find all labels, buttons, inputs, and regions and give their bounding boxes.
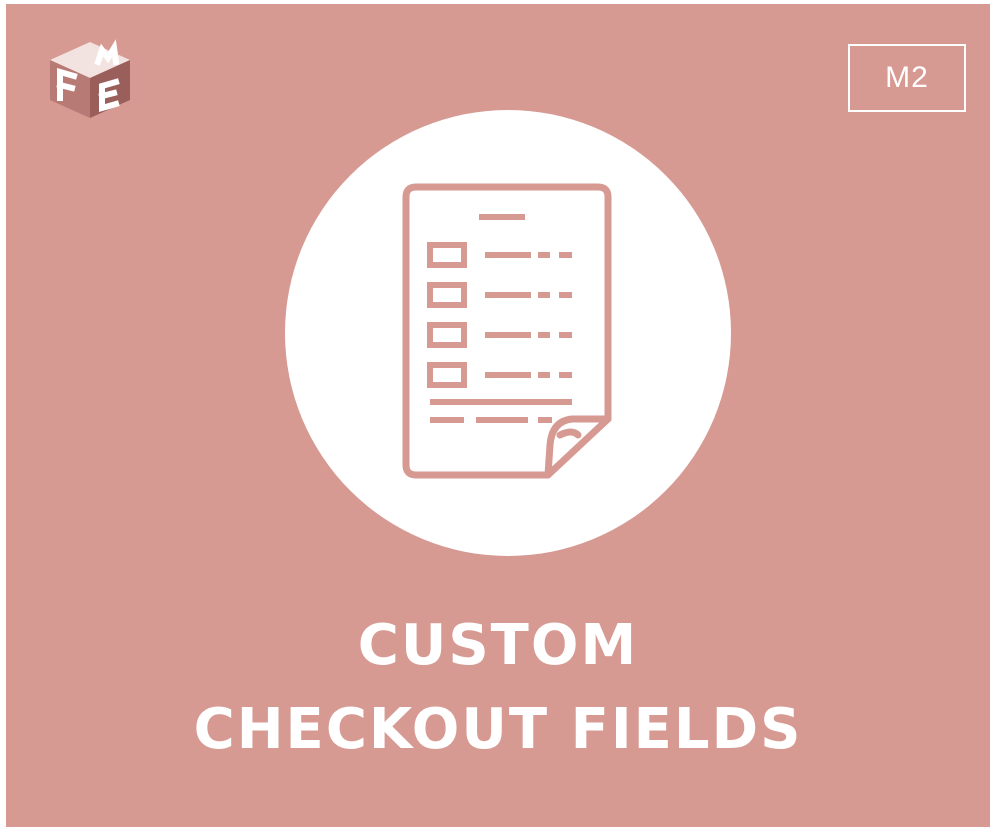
icon-circle [285, 110, 731, 556]
magento-2-badge: M2 [848, 44, 966, 112]
fme-cube-logo-icon [50, 39, 130, 118]
product-title-line-1: CUSTOM [357, 613, 639, 678]
product-banner: M2 CUSTOM CHECKOUT FIELDS [6, 4, 990, 827]
product-title-line-2: CHECKOUT FIELDS [193, 697, 803, 762]
checkout-form-document-icon [402, 183, 612, 479]
